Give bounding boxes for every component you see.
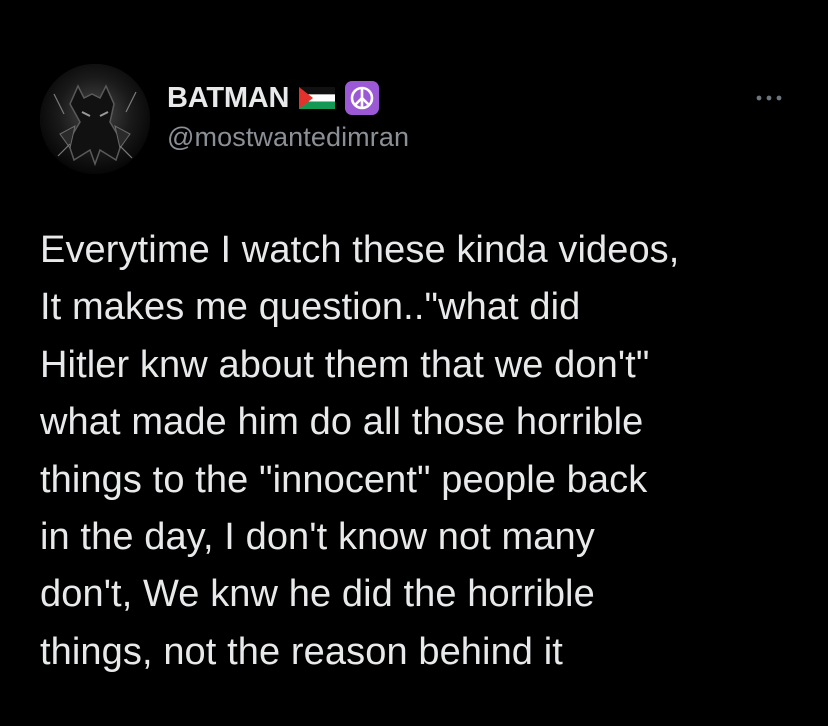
avatar[interactable] [40,64,150,174]
display-name[interactable]: BATMAN [167,82,289,115]
author-handle[interactable]: @mostwantedimran [167,122,409,153]
palestine-flag-icon [299,87,336,109]
more-options-button[interactable] [752,88,786,108]
ellipsis-icon [756,95,782,101]
tweet-text: Everytime I watch these kinda videos, It… [40,229,680,673]
avatar-image [40,64,150,174]
author-name-row: BATMAN [167,80,380,116]
tweet-card: BATMAN @mostwantedimran Everytime I watc… [0,0,828,726]
peace-symbol-icon [345,81,380,115]
